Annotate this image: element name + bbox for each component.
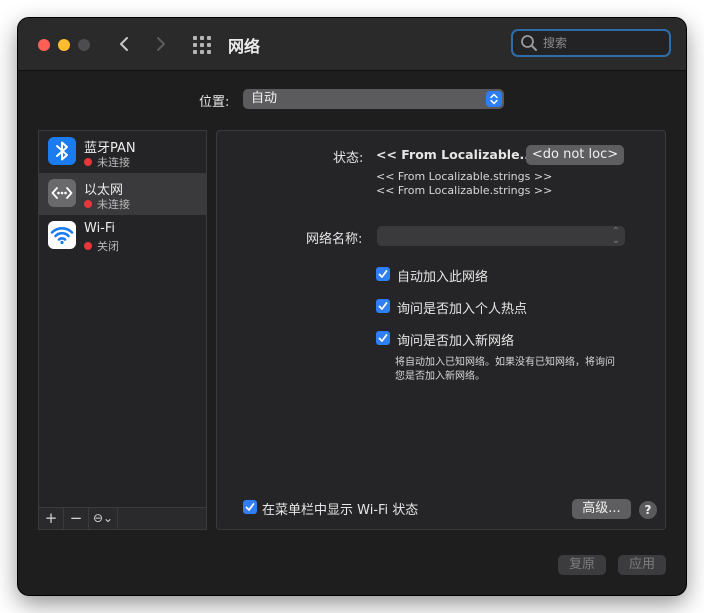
ask-new-network-label: 询问是否加入新网络 bbox=[397, 334, 515, 349]
status-red-dot-icon bbox=[84, 200, 92, 208]
titlebar: 网络 bbox=[18, 18, 686, 71]
hint-line-1: 将自动加入已知网络。如果没有已知网络，将询问 bbox=[395, 357, 615, 368]
select-stepper-icon: ⌃ ⌄ bbox=[611, 226, 620, 246]
network-name-select[interactable]: ⌃ ⌄ bbox=[377, 226, 625, 246]
network-preferences-window: 网络 位置: 自动 蓝牙PAN 未连接 以太网 未连接 bbox=[18, 18, 686, 595]
add-service-button[interactable]: + bbox=[39, 508, 64, 529]
location-select[interactable]: 自动 bbox=[243, 89, 504, 109]
advanced-button[interactable]: 高级... bbox=[572, 499, 631, 519]
status-action-button[interactable]: <do not loc> bbox=[526, 145, 624, 165]
auto-join-checkbox[interactable] bbox=[376, 267, 390, 281]
search-field[interactable] bbox=[511, 29, 671, 57]
select-stepper-icon bbox=[486, 91, 502, 107]
revert-button[interactable]: 复原 bbox=[558, 555, 606, 575]
minimize-button[interactable] bbox=[58, 39, 70, 51]
service-status: 未连接 bbox=[84, 154, 130, 170]
ethernet-icon bbox=[48, 179, 76, 207]
window-title: 网络 bbox=[228, 37, 261, 56]
hint-line-2: 您是否加入新网络。 bbox=[395, 371, 485, 382]
ask-new-network-checkbox[interactable] bbox=[376, 331, 390, 345]
wifi-icon bbox=[48, 221, 76, 249]
help-button[interactable]: ? bbox=[639, 501, 657, 519]
remove-service-button[interactable]: − bbox=[64, 508, 89, 529]
location-label: 位置: bbox=[199, 95, 230, 110]
status-red-dot-icon bbox=[84, 158, 92, 166]
status-label: 状态: bbox=[333, 151, 364, 166]
action-menu-button[interactable]: ⊖⌄ bbox=[89, 508, 118, 529]
search-icon bbox=[520, 34, 538, 52]
status-red-dot-icon bbox=[84, 242, 92, 250]
service-status: 未连接 bbox=[84, 196, 130, 212]
search-input[interactable] bbox=[543, 34, 663, 52]
service-status: 关闭 bbox=[84, 238, 119, 254]
service-list: 蓝牙PAN 未连接 以太网 未连接 Wi-Fi 关闭 bbox=[38, 130, 207, 508]
service-item-wifi[interactable]: Wi-Fi 关闭 bbox=[39, 215, 206, 257]
show-all-grid-icon[interactable] bbox=[193, 36, 211, 54]
service-item-ethernet[interactable]: 以太网 未连接 bbox=[39, 173, 206, 215]
location-value: 自动 bbox=[251, 91, 278, 106]
ask-hotspot-checkbox[interactable] bbox=[376, 299, 390, 313]
ask-hotspot-label: 询问是否加入个人热点 bbox=[397, 302, 528, 317]
status-value: << From Localizable... bbox=[376, 147, 534, 162]
show-wifi-status-checkbox[interactable] bbox=[243, 500, 257, 514]
show-wifi-status-label: 在菜单栏中显示 Wi-Fi 状态 bbox=[262, 503, 419, 518]
network-name-label: 网络名称: bbox=[306, 232, 363, 247]
status-detail-line-1: << From Localizable.strings >> bbox=[376, 170, 553, 183]
close-button[interactable] bbox=[38, 39, 50, 51]
auto-join-label: 自动加入此网络 bbox=[397, 270, 489, 285]
service-item-bluetooth-pan[interactable]: 蓝牙PAN 未连接 bbox=[39, 131, 206, 173]
service-name: Wi-Fi bbox=[84, 221, 116, 236]
forward-chevron-icon[interactable] bbox=[150, 34, 170, 54]
status-detail-line-2: << From Localizable.strings >> bbox=[376, 184, 553, 197]
back-chevron-icon[interactable] bbox=[115, 34, 135, 54]
apply-button[interactable]: 应用 bbox=[618, 555, 666, 575]
detail-panel: 状态: << From Localizable... <do not loc> … bbox=[216, 130, 666, 530]
service-list-toolbar: + − ⊖⌄ bbox=[38, 508, 207, 530]
zoom-button[interactable] bbox=[78, 39, 90, 51]
bluetooth-icon bbox=[48, 137, 76, 165]
